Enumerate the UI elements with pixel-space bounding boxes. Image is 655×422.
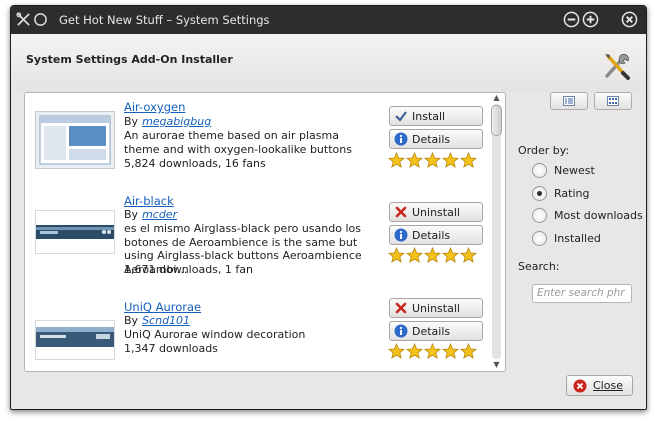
- rating-stars: [388, 247, 482, 265]
- addon-title-link[interactable]: UniQ Aurorae: [124, 300, 201, 314]
- list-scrollbar[interactable]: ▲ ▼: [489, 92, 504, 372]
- star-icon: [442, 343, 459, 359]
- order-by-label: Order by:: [518, 144, 570, 157]
- radio-label: Rating: [554, 187, 590, 200]
- tools-icon: [605, 53, 630, 80]
- scroll-up-icon[interactable]: ▲: [492, 93, 501, 102]
- star-icon: [442, 247, 459, 263]
- details-button[interactable]: Details: [389, 225, 483, 245]
- check-icon: [395, 111, 407, 122]
- rating-stars: [388, 343, 482, 361]
- window-title: Get Hot New Stuff – System Settings: [59, 13, 270, 27]
- close-circle-icon: [573, 379, 587, 393]
- addon-title-link[interactable]: Air-black: [124, 194, 174, 208]
- info-icon: [394, 228, 408, 242]
- search-input[interactable]: Enter search phr: [532, 284, 632, 303]
- uninstall-label: Uninstall: [412, 302, 460, 315]
- star-icon: [442, 152, 459, 168]
- grid-view-icon: [607, 96, 619, 106]
- radio-button[interactable]: [532, 208, 547, 223]
- star-icon: [460, 152, 477, 168]
- app-tools-icon[interactable]: [16, 12, 31, 27]
- radio-button[interactable]: [532, 186, 547, 201]
- addon-thumbnail[interactable]: [35, 111, 115, 169]
- radio-button[interactable]: [532, 231, 547, 246]
- keep-above-icon[interactable]: [33, 12, 48, 27]
- uninstall-button[interactable]: Uninstall: [389, 202, 483, 222]
- screenshot-preview-icon: [36, 321, 114, 359]
- minimize-icon[interactable]: [563, 11, 580, 28]
- addon-author-line: By megabigbug: [124, 115, 211, 128]
- addon-author-line: By Scnd101: [124, 314, 190, 327]
- grid-view-button[interactable]: [594, 92, 632, 110]
- list-item: UniQ Aurorae By Scnd101 UniQ Aurorae wind…: [25, 298, 495, 371]
- uninstall-x-icon: [395, 302, 407, 314]
- close-icon[interactable]: [621, 11, 638, 28]
- star-icon: [424, 343, 441, 359]
- search-label: Search:: [518, 260, 560, 273]
- scrollbar-thumb[interactable]: [491, 105, 502, 136]
- rating-stars: [388, 152, 482, 170]
- radio-button[interactable]: [532, 163, 547, 178]
- by-label: By: [124, 314, 139, 327]
- uninstall-label: Uninstall: [412, 206, 460, 219]
- author-link[interactable]: mcder: [142, 208, 177, 221]
- list-item: Air-black By mcder es el mismo Airglass-b…: [25, 194, 495, 288]
- addon-description: UniQ Aurorae window decoration: [124, 328, 306, 341]
- info-icon: [394, 324, 408, 338]
- addon-description: An aurorae theme based on air plasma the…: [124, 129, 352, 156]
- addon-title-link[interactable]: Air-oxygen: [124, 100, 185, 114]
- star-icon: [388, 343, 405, 359]
- page-title: System Settings Add-On Installer: [26, 53, 233, 66]
- details-button[interactable]: Details: [389, 129, 483, 149]
- star-icon: [424, 247, 441, 263]
- scroll-down-icon[interactable]: ▼: [492, 360, 501, 369]
- star-icon: [388, 152, 405, 168]
- star-icon: [406, 343, 423, 359]
- addon-stats: 1,671 downloads, 1 fan: [124, 263, 253, 276]
- screenshot-preview-icon: [36, 211, 114, 253]
- star-icon: [460, 343, 477, 359]
- uninstall-button[interactable]: Uninstall: [389, 298, 483, 318]
- addon-thumbnail[interactable]: [35, 210, 115, 254]
- addon-author-line: By mcder: [124, 208, 177, 221]
- radio-label: Most downloads: [554, 209, 643, 222]
- info-icon: [394, 132, 408, 146]
- radio-label: Installed: [554, 232, 601, 245]
- details-label: Details: [412, 229, 451, 242]
- install-button[interactable]: Install: [389, 106, 483, 126]
- list-view-button[interactable]: [550, 92, 588, 110]
- title-bar: Get Hot New Stuff – System Settings: [11, 6, 646, 34]
- settings-window: Get Hot New Stuff – System Settings Syst…: [10, 5, 647, 410]
- maximize-icon[interactable]: [582, 11, 599, 28]
- details-label: Details: [412, 325, 451, 338]
- star-icon: [406, 152, 423, 168]
- screenshot-preview-icon: [36, 112, 114, 168]
- details-button[interactable]: Details: [389, 321, 483, 341]
- details-label: Details: [412, 133, 451, 146]
- close-button[interactable]: Close: [566, 375, 633, 396]
- addon-stats: 1,347 downloads: [124, 342, 218, 355]
- star-icon: [460, 247, 477, 263]
- by-label: By: [124, 115, 139, 128]
- scrollbar-track[interactable]: [492, 104, 501, 359]
- uninstall-x-icon: [395, 206, 407, 218]
- close-label: Close: [593, 379, 623, 392]
- install-label: Install: [412, 110, 446, 123]
- author-link[interactable]: megabigbug: [142, 115, 211, 128]
- addon-list[interactable]: Air-oxygen By megabigbug An aurorae theme…: [24, 92, 506, 372]
- addon-thumbnail[interactable]: [35, 320, 115, 360]
- addon-stats: 5,824 downloads, 16 fans: [124, 157, 266, 170]
- star-icon: [388, 247, 405, 263]
- star-icon: [406, 247, 423, 263]
- author-link[interactable]: Scnd101: [142, 314, 190, 327]
- list-view-icon: [563, 96, 575, 106]
- radio-label: Newest: [554, 164, 595, 177]
- by-label: By: [124, 208, 139, 221]
- star-icon: [424, 152, 441, 168]
- list-item: Air-oxygen By megabigbug An aurorae theme…: [25, 99, 495, 193]
